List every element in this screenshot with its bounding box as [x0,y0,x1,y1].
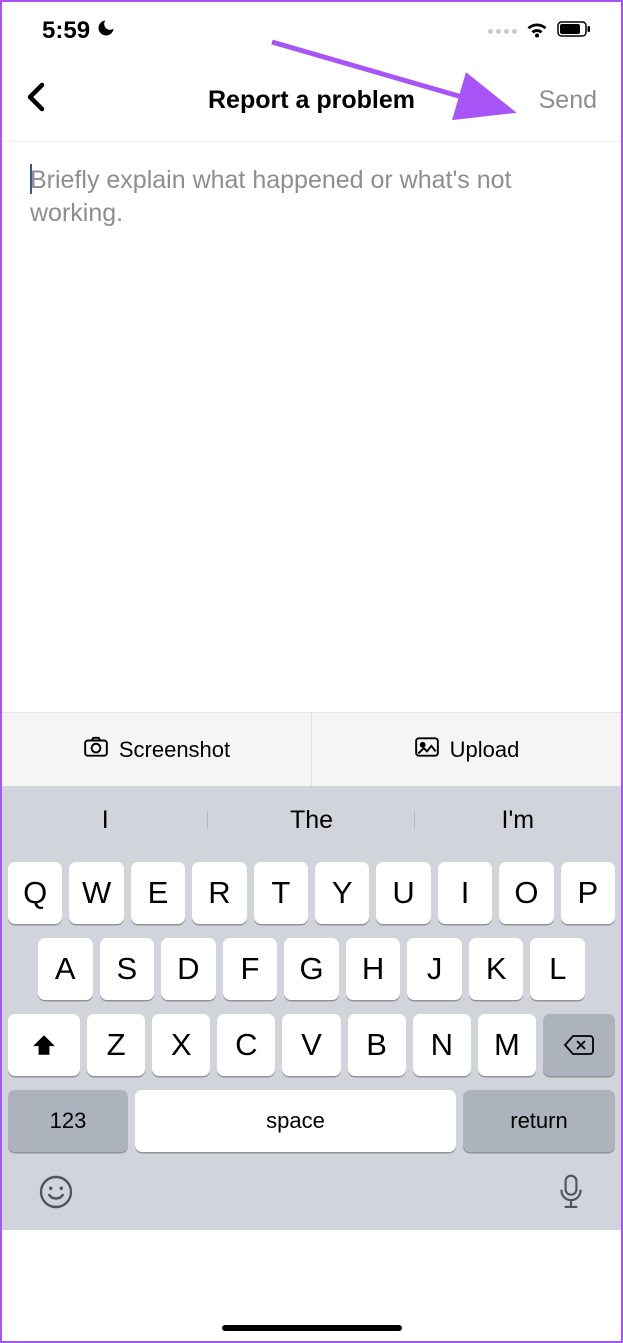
key-x[interactable]: X [152,1014,210,1076]
key-b[interactable]: B [348,1014,406,1076]
emoji-key[interactable] [38,1174,74,1215]
key-n[interactable]: N [413,1014,471,1076]
back-button[interactable] [26,82,66,120]
report-textarea[interactable]: Briefly explain what happened or what's … [2,142,621,712]
mic-key[interactable] [557,1173,585,1216]
key-o[interactable]: O [499,862,553,924]
return-key[interactable]: return [463,1090,615,1152]
key-row: A S D F G H J K L [8,938,615,1000]
key-e[interactable]: E [131,862,185,924]
battery-icon [557,21,591,42]
upload-button[interactable]: Upload [312,713,621,786]
key-w[interactable]: W [69,862,123,924]
key-s[interactable]: S [100,938,155,1000]
key-q[interactable]: Q [8,862,62,924]
page-title: Report a problem [208,86,415,115]
space-key[interactable]: space [135,1090,456,1152]
status-time: 5:59 [42,17,90,45]
moon-icon [96,17,116,45]
keyboard-footer [2,1158,621,1230]
suggestion-item[interactable]: I [2,806,208,835]
key-l[interactable]: L [530,938,585,1000]
keyboard-suggestions: I The I'm [2,786,621,854]
key-y[interactable]: Y [315,862,369,924]
keyboard: Q W E R T Y U I O P A S D F G H J K L Z … [2,854,621,1158]
wifi-icon [525,19,549,44]
key-j[interactable]: J [407,938,462,1000]
image-icon [414,736,440,764]
key-i[interactable]: I [438,862,492,924]
send-button[interactable]: Send [539,86,597,115]
status-bar: 5:59 [2,2,621,60]
key-z[interactable]: Z [87,1014,145,1076]
key-row: Q W E R T Y U I O P [8,862,615,924]
key-f[interactable]: F [223,938,278,1000]
key-k[interactable]: K [469,938,524,1000]
key-h[interactable]: H [346,938,401,1000]
key-c[interactable]: C [217,1014,275,1076]
key-a[interactable]: A [38,938,93,1000]
home-indicator[interactable] [222,1325,402,1331]
key-p[interactable]: P [561,862,615,924]
upload-label: Upload [450,737,520,763]
status-time-group: 5:59 [42,17,116,45]
suggestion-item[interactable]: The [208,806,414,835]
key-r[interactable]: R [192,862,246,924]
header: Report a problem Send [2,60,621,142]
textarea-placeholder: Briefly explain what happened or what's … [30,164,593,229]
camera-icon [83,736,109,764]
suggestion-item[interactable]: I'm [415,806,621,835]
key-t[interactable]: T [254,862,308,924]
text-cursor [30,164,32,194]
screenshot-button[interactable]: Screenshot [2,713,312,786]
backspace-key[interactable] [543,1014,615,1076]
shift-key[interactable] [8,1014,80,1076]
key-m[interactable]: M [478,1014,536,1076]
key-row: 123 space return [8,1090,615,1152]
key-v[interactable]: V [282,1014,340,1076]
key-g[interactable]: G [284,938,339,1000]
key-u[interactable]: U [376,862,430,924]
status-right [488,19,591,44]
screenshot-label: Screenshot [119,737,230,763]
cellular-dots-icon [488,29,517,34]
attachment-bar: Screenshot Upload [2,712,621,786]
key-row: Z X C V B N M [8,1014,615,1076]
key-d[interactable]: D [161,938,216,1000]
numbers-key[interactable]: 123 [8,1090,128,1152]
